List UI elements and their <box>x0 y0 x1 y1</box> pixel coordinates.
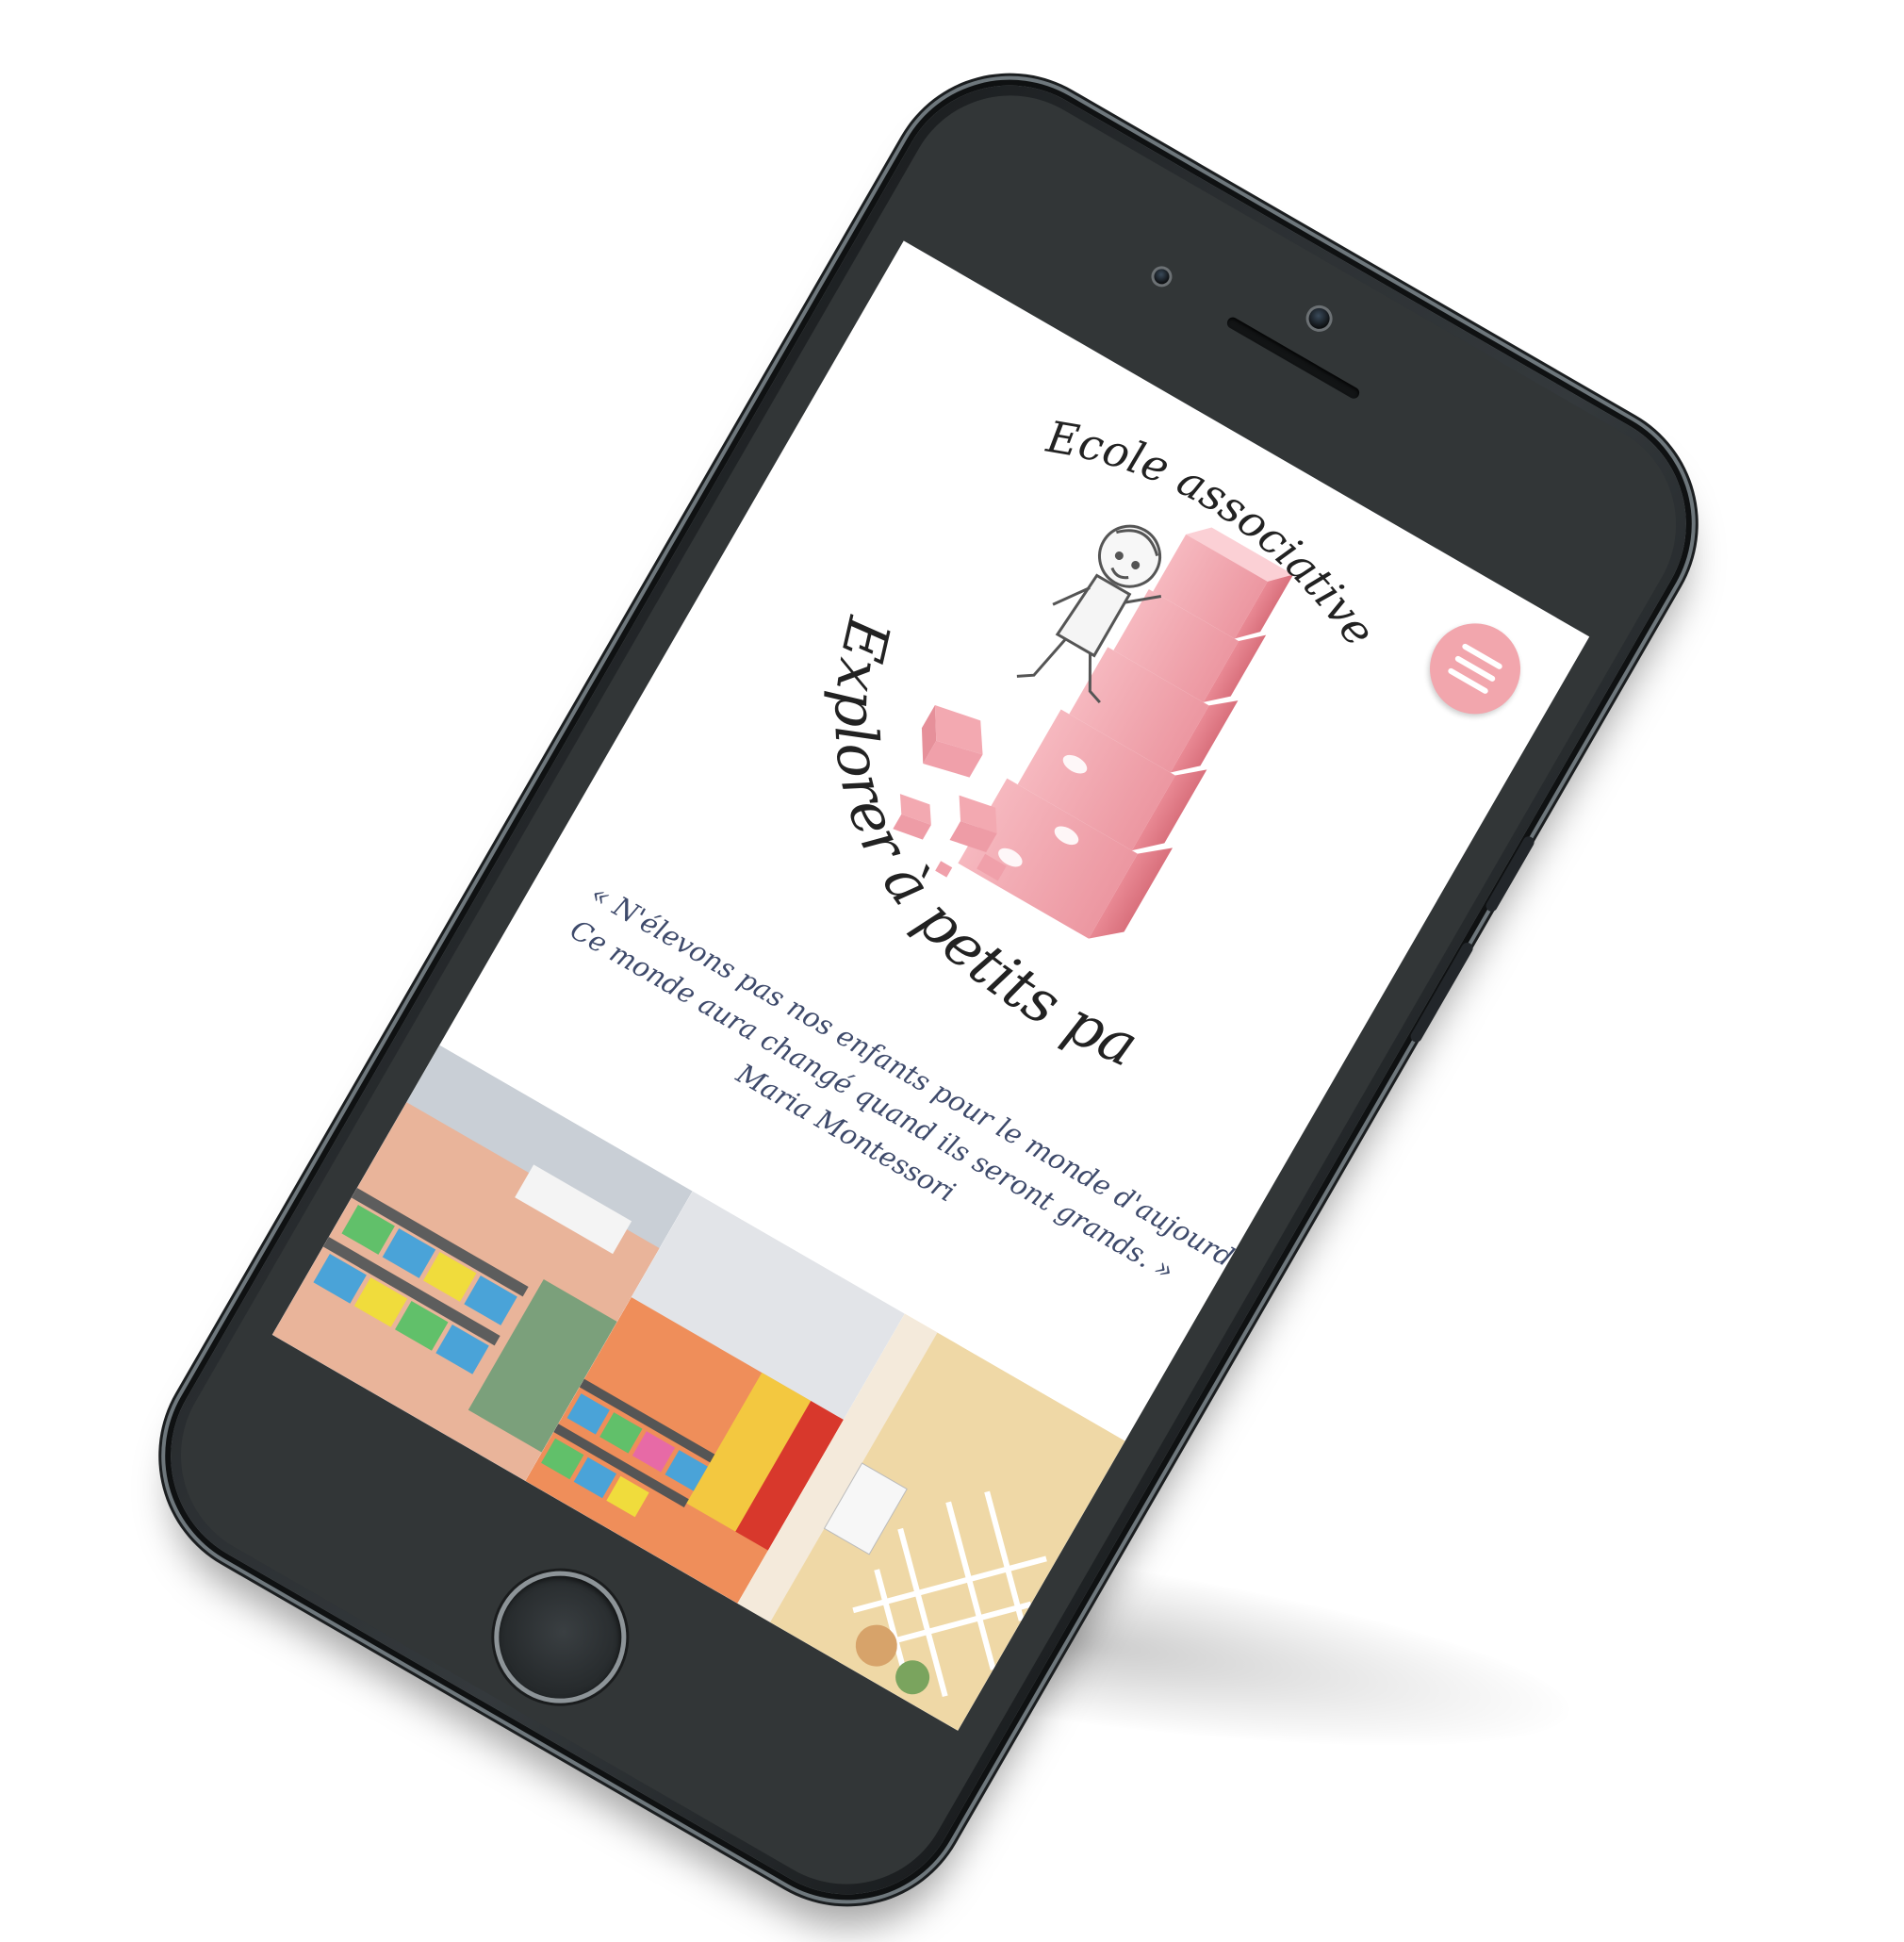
mockup-scene: Ecole associative Explorer à petits pas … <box>0 0 1904 1936</box>
smartphone: Ecole associative Explorer à petits pas … <box>129 43 1728 1936</box>
